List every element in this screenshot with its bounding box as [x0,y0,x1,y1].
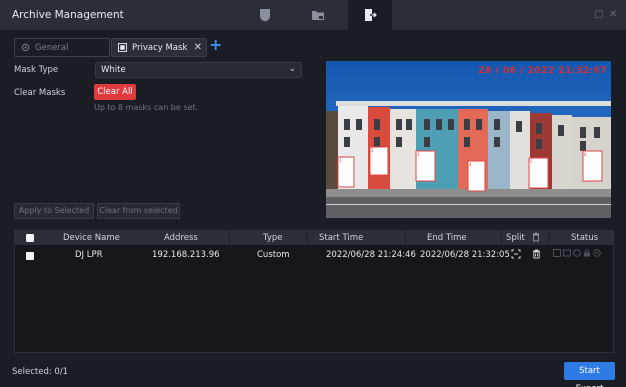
mask-type-label: Mask Type [14,65,59,75]
record-icon [553,249,561,257]
start-export-button[interactable]: Start Export [564,362,615,387]
tab-privacy-mask-label: Privacy Mask [132,42,188,53]
export-icon [365,9,377,21]
mask-limit-hint: Up to 8 masks can be set. [94,103,199,112]
col-device-name[interactable]: Device Name [63,233,120,243]
mask-type-value: White [101,65,126,75]
col-address[interactable]: Address [164,233,198,243]
tab-folder[interactable] [297,0,339,30]
close-tab-icon[interactable]: ✕ [194,42,202,53]
window-title: Archive Management [12,9,124,21]
clear-masks-label: Clear Masks [14,88,66,98]
delete-icon[interactable] [532,249,541,262]
col-status[interactable]: Status [571,233,598,243]
mask-type-select[interactable]: White ⌄ [95,62,302,78]
lock-icon [584,249,590,257]
shield-icon [260,9,270,22]
status-icons [553,249,601,257]
minimize-icon[interactable]: □ [594,9,603,20]
video-timestamp: 28 / 06 / 2022 21:32:07 [478,66,607,76]
selected-count: Selected: 0/1 [12,367,69,377]
table-header: Device Name Address Type Start Time End … [15,231,613,245]
cell-type: Custom [257,250,290,260]
cell-device-name: DJ LPR [75,250,103,260]
col-type[interactable]: Type [263,233,283,243]
clock-icon [573,249,581,257]
cell-start-time: 2022/06/28 21:24:46 [326,250,416,260]
folder-icon [312,11,324,20]
col-end-time[interactable]: End Time [427,233,467,243]
video-preview[interactable]: 123 456 28 / 06 / 2022 21:32:07 [326,61,611,218]
tab-shield[interactable] [244,0,286,30]
chevron-down-icon: ⌄ [288,64,296,74]
tab-general-label: General [35,42,69,53]
tab-export[interactable] [348,0,392,30]
clear-from-selected-button[interactable]: Clear from selected [97,203,180,219]
tab-privacy-mask[interactable]: Privacy Mask ✕ [111,38,207,57]
tab-general[interactable]: General [14,38,110,57]
clear-all-button[interactable]: Clear All [94,84,136,100]
privacy-mask-icon [118,43,127,52]
image-icon [563,249,571,257]
add-tab-button[interactable]: + [209,35,222,54]
cell-address: 192.168.213.96 [152,250,220,260]
col-start-time[interactable]: Start Time [319,233,363,243]
gear-icon [21,43,30,52]
col-split[interactable]: Split [506,233,525,243]
device-table: Device Name Address Type Start Time End … [14,230,614,353]
select-all-checkbox[interactable] [26,234,34,242]
disabled-icon [593,249,601,257]
close-icon[interactable]: ✕ [609,9,617,20]
title-bar: Archive Management □ ✕ [0,0,626,30]
trash-header-icon [532,232,540,245]
street-scene-image: 123 456 [326,61,611,218]
cell-end-time: 2022/06/28 21:32:05 [420,250,510,260]
apply-to-selected-button[interactable]: Apply to Selected [14,203,94,219]
row-checkbox[interactable] [26,252,34,260]
split-icon[interactable] [511,249,521,262]
